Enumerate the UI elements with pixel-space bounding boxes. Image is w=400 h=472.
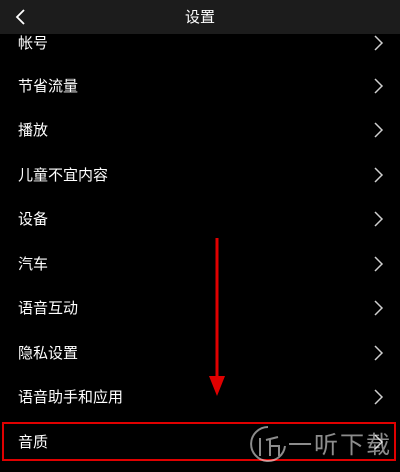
arrow-down-icon xyxy=(209,238,225,396)
settings-item-audio-quality[interactable]: 音质 xyxy=(0,420,400,464)
settings-item-label: 语音助手和应用 xyxy=(18,388,124,406)
settings-item-label: 节省流量 xyxy=(18,77,79,95)
chevron-right-icon xyxy=(374,167,384,183)
settings-item-label: 汽车 xyxy=(18,255,49,273)
settings-item-privacy[interactable]: 隐私设置 xyxy=(0,331,400,375)
chevron-right-icon xyxy=(374,300,384,316)
settings-item-voice-assistants[interactable]: 语音助手和应用 xyxy=(0,375,400,419)
chevron-right-icon xyxy=(374,434,384,450)
settings-item-label: 音质 xyxy=(18,433,49,451)
chevron-right-icon xyxy=(374,256,384,272)
back-button[interactable] xyxy=(6,2,36,32)
settings-item-voice-interaction[interactable]: 语音互动 xyxy=(0,286,400,330)
chevron-right-icon xyxy=(374,78,384,94)
settings-item-label: 设备 xyxy=(18,210,49,228)
chevron-right-icon xyxy=(374,389,384,405)
settings-item-label: 播放 xyxy=(18,121,49,139)
settings-item-playback[interactable]: 播放 xyxy=(0,108,400,152)
settings-item-label: 儿童不宜内容 xyxy=(18,166,109,184)
settings-item-data-saver[interactable]: 节省流量 xyxy=(0,64,400,108)
chevron-right-icon xyxy=(374,122,384,138)
settings-item-label: 隐私设置 xyxy=(18,344,79,362)
settings-item-devices[interactable]: 设备 xyxy=(0,197,400,241)
chevron-right-icon xyxy=(374,345,384,361)
settings-item-label: 语音互动 xyxy=(18,299,79,317)
app-header: 设置 xyxy=(0,0,400,34)
chevron-left-icon xyxy=(15,9,25,25)
settings-item-explicit-content[interactable]: 儿童不宜内容 xyxy=(0,153,400,197)
chevron-right-icon xyxy=(374,35,384,51)
settings-item-car[interactable]: 汽车 xyxy=(0,242,400,286)
chevron-right-icon xyxy=(374,211,384,227)
page-title: 设置 xyxy=(184,8,215,26)
